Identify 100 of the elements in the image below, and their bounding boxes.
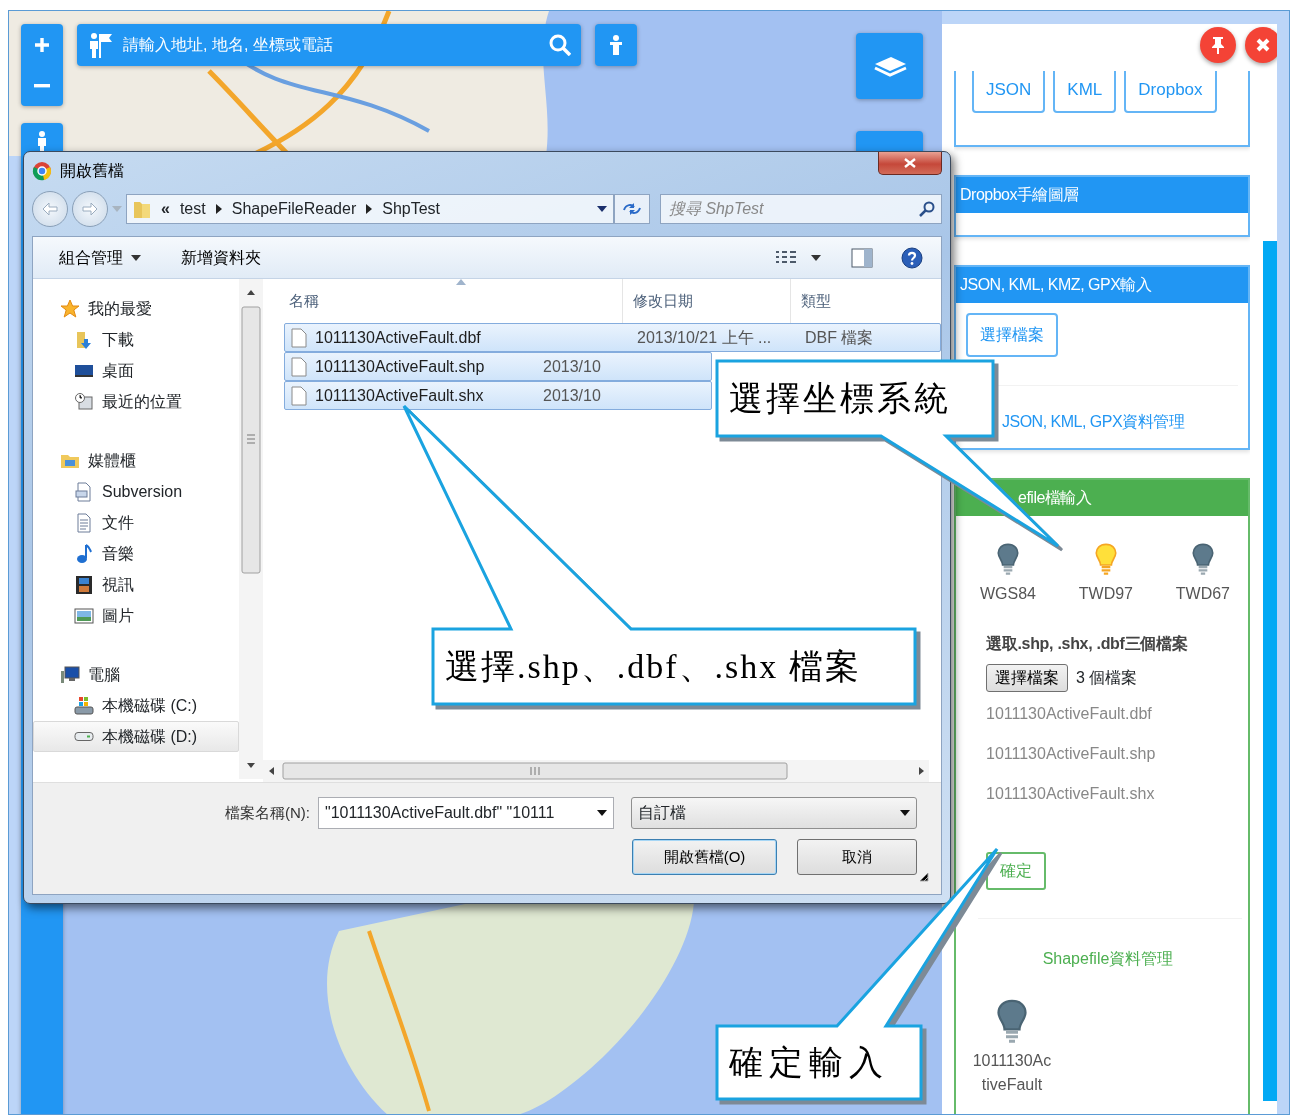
pin-icon [1210,36,1226,54]
chevron-right-icon [215,204,222,214]
filename-field[interactable]: "1011130ActiveFault.dbf" "10111 [318,797,614,829]
nav-item[interactable]: 視訊 [33,569,239,600]
caret-icon [597,206,607,212]
cancel-button[interactable]: 取消 [797,839,917,875]
card-header: JSON, KML, KMZ, GPX輸入 [956,266,1248,303]
file-count: 3 個檔案 [1076,667,1138,688]
chevron-right-icon [366,204,373,214]
nav-item[interactable]: 圖片 [33,600,239,631]
caret-icon [131,254,141,261]
card-header: Dropbox手繪圖層 [956,176,1248,213]
breadcrumb-item[interactable]: test [179,197,206,221]
file-name: 1011130ActiveFault.shp [315,356,485,377]
open-button[interactable]: 開啟舊檔(O) [632,839,777,875]
file-icon [291,385,307,406]
refresh-icon [622,201,642,217]
nav-item[interactable]: 本機磁碟 (C:) [33,690,239,721]
lightbulb-icon [995,541,1021,576]
callout-text: 選擇.shp、.dbf、.shx 檔案 [445,647,861,687]
breadcrumb-item[interactable]: ShpTest [382,197,441,221]
nav-item[interactable]: 我的最愛 [33,293,239,324]
caret-icon [900,810,910,816]
coordinate-option[interactable]: TWD67 [1175,541,1230,606]
plus-icon [34,36,50,53]
browser-icon [32,161,52,181]
minus-icon [34,83,50,88]
folder-icon [133,199,151,219]
file-name: 1011130ActiveFault.dbf [315,327,481,348]
download-folder-icon [74,329,94,350]
layers-icon [872,54,907,78]
overflow-mark[interactable]: « [161,197,170,221]
person-icon [36,131,48,153]
drive-icon [74,695,94,716]
scrollbar[interactable] [1263,241,1277,1101]
field-label: 檔案名稱(N): [225,802,310,823]
column-header[interactable]: 類型 [791,279,911,323]
file-row[interactable]: 1011130ActiveFault.shp 2013/10 [284,352,712,381]
arrow-left-icon [42,202,58,216]
file-name: 1011130ActiveFault.shp [986,743,1157,764]
help-icon [901,246,923,269]
nav-item[interactable]: 音樂 [33,538,239,569]
sort-arrow-icon [456,279,466,285]
caret-icon [112,206,122,212]
search-bar[interactable]: 請輸入地址, 地名, 坐標或電話 [77,24,581,66]
refresh-button[interactable] [614,194,650,224]
toolbar-button[interactable]: 新增資料夾 [181,245,261,270]
coordinate-option[interactable]: WGS84 [980,541,1036,606]
file-row[interactable]: 1011130ActiveFault.dbf 2013/10/21 上午 ... DBF 檔案 [284,323,941,352]
view-options-icon [775,249,797,266]
search-icon [919,201,935,217]
breadcrumb-item[interactable]: ShapeFileReader [231,197,357,221]
search-field[interactable]: 搜尋 ShpTest [667,196,919,222]
nav-item[interactable]: 媒體櫃 [33,445,239,476]
close-button[interactable] [878,152,942,175]
window-title: 開啟舊檔 [60,161,124,181]
forward-button[interactable] [72,191,108,227]
preview-pane-icon [851,247,873,268]
nav-item[interactable]: 電腦 [33,659,239,690]
nav-item[interactable]: 桌面 [33,355,239,386]
file-type-dropdown[interactable]: 自訂檔 [631,797,917,829]
callout-text: 選擇坐標系統 [729,379,951,419]
image-icon [74,605,94,626]
file-name: 1011130ActiveFault.shx [986,783,1156,804]
star-icon [60,298,80,319]
arrow-right-icon [82,202,98,216]
file-row[interactable]: 1011130ActiveFault.shx 2013/10 [284,381,712,410]
file-date: 2013/10 [543,357,601,375]
document-icon [74,481,94,502]
section-title: Shapefile資料管理 [1041,948,1175,969]
file-icon [291,356,307,377]
nav-item[interactable]: 文件 [33,507,239,538]
toolbar-button[interactable]: 組合管理 [59,245,141,270]
callout-text: 確定輸入 [729,1043,889,1083]
file-name: 1011130ActiveFault.shx [315,385,484,406]
nav-item[interactable]: 本機磁碟 (D:) [33,721,239,752]
film-icon [74,574,94,595]
search-field[interactable]: 請輸入地址, 地名, 坐標或電話 [121,32,541,58]
choose-file-button[interactable]: 選擇檔案 [986,663,1068,692]
search-bar[interactable]: 搜尋 ShpTest [660,194,942,224]
coordinate-option[interactable]: TWD97 [1078,541,1133,606]
address-bar[interactable]: « test ShapeFileReader ShpTest [126,194,614,224]
instruction-text: 選取.shp, .shx, .dbf三個檔案 [986,633,1189,654]
close-icon [904,158,916,168]
file-name: 1011130ActiveFault.dbf [986,703,1153,724]
person-with-flag-icon [87,32,113,58]
back-button[interactable] [32,191,68,227]
file-icon [291,327,307,348]
layer-item[interactable]: 1011130ActiveFault [964,996,1060,1097]
file-date: 2013/10/21 上午 ... [637,328,772,346]
file-type: DBF 檔案 [805,327,874,348]
pin-button[interactable] [1200,27,1236,63]
nav-item[interactable]: 下載 [33,324,239,355]
person-icon [609,35,623,55]
nav-item[interactable]: Subversion [33,476,239,507]
nav-item[interactable]: 最近的位置 [33,386,239,417]
layers-button[interactable] [856,33,923,99]
recent-places-icon [74,391,94,412]
map-button[interactable] [595,24,637,66]
caret-icon [597,810,607,816]
